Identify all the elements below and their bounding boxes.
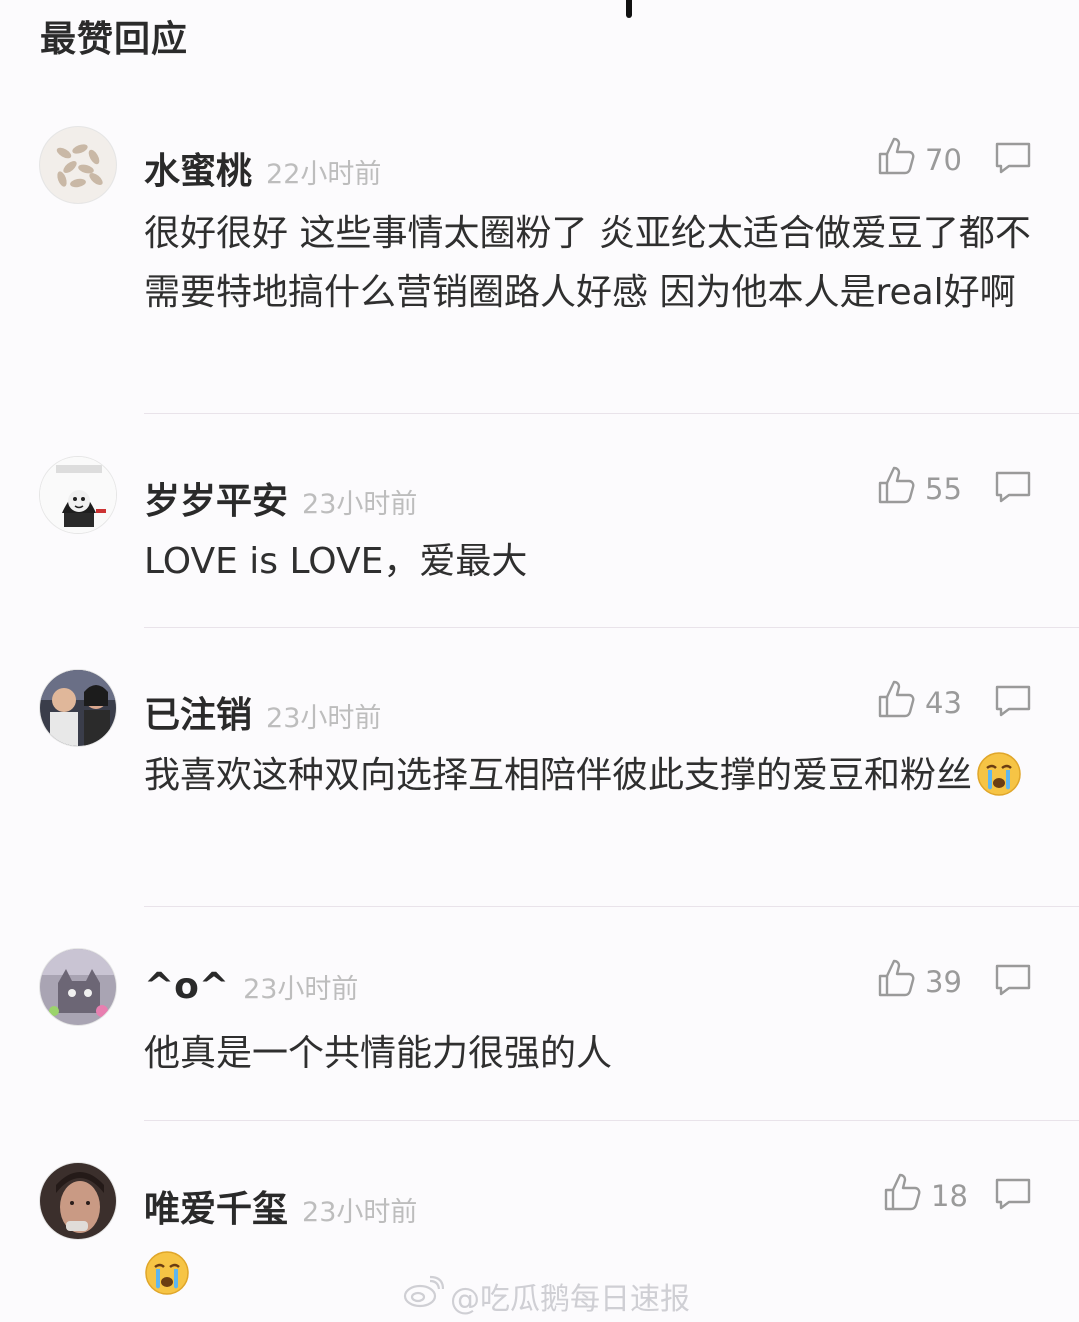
- thumbs-up-icon: [877, 958, 915, 1005]
- comment-text: 我喜欢这种双向选择互相陪伴彼此支撑的爱豆和粉丝: [144, 746, 1044, 815]
- weibo-logo-icon: [402, 1275, 445, 1317]
- watermark-text: @吃瓜鹅每日速报: [450, 1282, 690, 1317]
- thumbs-up-icon: [883, 1172, 921, 1219]
- avatar[interactable]: [39, 126, 117, 204]
- timestamp: 23小时前: [302, 489, 418, 520]
- divider: [144, 906, 1079, 907]
- like-count: 39: [925, 964, 962, 999]
- like-count: 43: [925, 685, 962, 720]
- crying-face-icon: [144, 1250, 190, 1314]
- timestamp: 22小时前: [266, 159, 382, 190]
- watermark: @吃瓜鹅每日速报: [402, 1274, 690, 1318]
- username[interactable]: 岁岁平安 23小时前: [144, 472, 417, 524]
- like-button[interactable]: 55: [877, 465, 962, 512]
- comment-bubble-icon[interactable]: [993, 140, 1033, 180]
- like-button[interactable]: 70: [877, 136, 962, 183]
- timestamp: 23小时前: [243, 974, 359, 1005]
- avatar[interactable]: [39, 669, 117, 747]
- thumbs-up-icon: [877, 679, 915, 726]
- like-count: 18: [931, 1178, 968, 1213]
- avatar[interactable]: [39, 948, 117, 1026]
- crying-face-icon: [976, 751, 1022, 815]
- comment-text-content: 我喜欢这种双向选择互相陪伴彼此支撑的爱豆和粉丝: [144, 755, 973, 796]
- divider: [144, 627, 1079, 628]
- comment-text: 他真是一个共情能力很强的人: [144, 1033, 613, 1074]
- username-text[interactable]: 岁岁平安: [144, 481, 288, 522]
- like-count: 70: [925, 142, 962, 177]
- username[interactable]: 水蜜桃 22小时前: [144, 142, 381, 194]
- comment-text: 很好很好 这些事情太圈粉了 炎亚纶太适合做爱豆了都不需要特地搞什么营销圈路人好感…: [144, 213, 1031, 313]
- comment-bubble-icon[interactable]: [993, 962, 1033, 1002]
- username[interactable]: ^o^ 23小时前: [144, 966, 358, 1007]
- like-button[interactable]: 18: [883, 1172, 968, 1219]
- section-title: 最赞回应: [40, 19, 189, 60]
- username[interactable]: 唯爱千玺 23小时前: [144, 1180, 417, 1232]
- username-text[interactable]: 已注销: [144, 695, 252, 736]
- comment-text: LOVE is LOVE，爱最大: [144, 541, 528, 582]
- like-button[interactable]: 39: [877, 958, 962, 1005]
- username[interactable]: 已注销 23小时前: [144, 686, 381, 738]
- comment-bubble-icon[interactable]: [993, 1176, 1033, 1216]
- like-button[interactable]: 43: [877, 679, 962, 726]
- top-edge-mark: [626, 0, 632, 18]
- username-text[interactable]: 水蜜桃: [144, 151, 252, 192]
- username-text[interactable]: ^o^: [144, 966, 229, 1007]
- divider: [144, 1120, 1079, 1121]
- divider: [144, 413, 1079, 414]
- timestamp: 23小时前: [302, 1197, 418, 1228]
- avatar[interactable]: [39, 456, 117, 534]
- comment-bubble-icon[interactable]: [993, 469, 1033, 509]
- thumbs-up-icon: [877, 465, 915, 512]
- thumbs-up-icon: [877, 136, 915, 183]
- like-count: 55: [925, 471, 962, 506]
- timestamp: 23小时前: [266, 703, 382, 734]
- username-text[interactable]: 唯爱千玺: [144, 1189, 288, 1230]
- avatar[interactable]: [39, 1162, 117, 1240]
- comment-bubble-icon[interactable]: [993, 683, 1033, 723]
